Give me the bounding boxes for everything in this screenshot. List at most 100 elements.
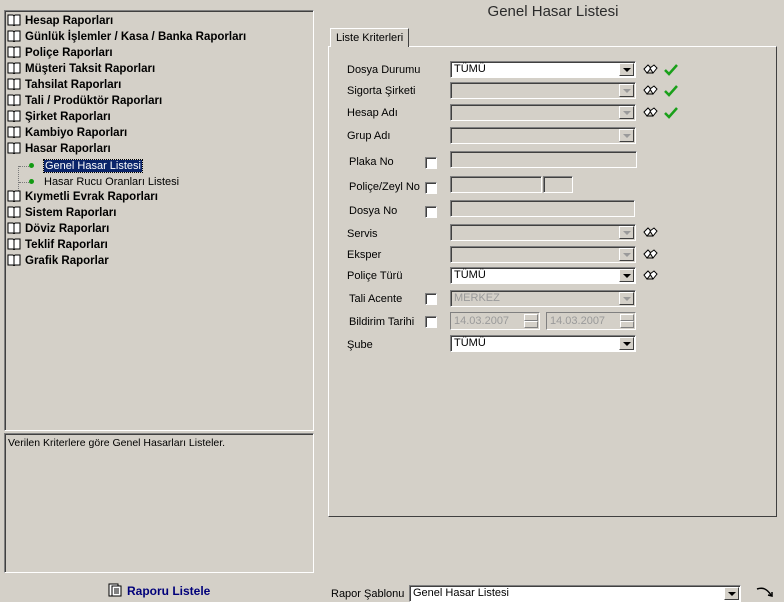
chevron-down-icon[interactable] [619,226,634,239]
list-report-label: Raporu Listele [127,584,211,598]
book-icon [7,94,21,106]
bullet-icon [29,163,34,168]
sigorta-sirketi-label: Sigorta Şirketi [347,85,416,97]
description-text: Verilen Kriterlere göre Genel Hasarları … [8,437,226,449]
tree-item-police[interactable]: Poliçe Raporları [7,45,113,61]
tree-item-label: Döviz Raporları [25,223,110,235]
tree-item-sistem[interactable]: Sistem Raporları [7,205,116,221]
police-turu-value: TÜMÜ [454,269,486,281]
servis-label: Servis [347,228,378,240]
chevron-down-icon[interactable] [619,63,634,76]
book-icon [7,110,21,122]
sube-label: Şube [347,339,373,351]
tree-item-doviz[interactable]: Döviz Raporları [7,221,109,237]
tree-item-label: Teklif Raporları [25,239,108,251]
servis-select[interactable] [450,224,636,241]
tree-item-kambiyo[interactable]: Kambiyo Raporları [7,125,127,141]
chevron-down-icon[interactable] [619,129,634,142]
book-icon [7,30,21,42]
tali-acente-checkbox[interactable] [425,293,437,305]
chevron-down-icon[interactable] [619,337,634,350]
tree-item-label: Sistem Raporları [25,207,117,219]
tree-child-genel-hasar[interactable]: Genel Hasar Listesi [29,158,143,174]
bildirim-tarihi-label: Bildirim Tarihi [349,316,415,328]
tree-item-label: Hesap Raporları [25,15,114,27]
police-turu-label: Poliçe Türü [347,270,403,282]
chevron-down-icon[interactable] [619,106,634,119]
grup-adi-label: Grup Adı [347,130,391,142]
tree-item-label: Poliçe Raporları [25,47,113,59]
chevron-down-icon[interactable] [619,269,634,282]
bullet-icon [29,179,34,184]
book-icon [7,46,21,58]
police-no-input[interactable] [450,176,542,193]
plaka-no-input[interactable] [450,151,637,168]
plaka-no-checkbox[interactable] [425,157,437,169]
police-turu-select[interactable]: TÜMÜ [450,267,636,284]
tree-item-teklif[interactable]: Teklif Raporları [7,237,108,253]
tree-child-label: Genel Hasar Listesi [43,159,143,173]
tree-item-gunluk[interactable]: Günlük İşlemler / Kasa / Banka Raporları [7,29,246,45]
list-report-button[interactable]: Raporu Listele [107,583,210,599]
tree-item-sirket[interactable]: Şirket Raporları [7,109,111,125]
tree-child-hasar-rucu[interactable]: Hasar Rucu Oranları Listesi [29,174,179,190]
eksper-select[interactable] [450,246,636,263]
hesap-adi-select[interactable] [450,104,636,121]
criteria-panel: Dosya Durumu TÜMÜ Sigorta Şirketi Hesap … [328,46,777,517]
bildirim-tarihi-start[interactable]: 14.03.2007 [450,312,540,330]
dosya-no-checkbox[interactable] [425,206,437,218]
sigorta-sirketi-select[interactable] [450,82,636,99]
tree-item-hasar[interactable]: Hasar Raporları [7,141,111,157]
tree-item-tali[interactable]: Tali / Prodüktör Raporları [7,93,162,109]
report-tree: Hesap Raporları Günlük İşlemler / Kasa /… [4,10,314,431]
chevron-down-icon[interactable] [619,248,634,261]
tree-item-label: Şirket Raporları [25,111,111,123]
chevron-down-icon[interactable] [619,84,634,97]
glasses-icon[interactable] [642,226,658,240]
police-zeyl-no-checkbox[interactable] [425,182,437,194]
tree-item-musteri-taksit[interactable]: Müşteri Taksit Raporları [7,61,155,77]
description-panel: Verilen Kriterlere göre Genel Hasarları … [4,433,314,573]
book-icon [7,78,21,90]
tree-item-kiymetli-evrak[interactable]: Kıymetli Evrak Raporları [7,189,158,205]
checkmark-icon[interactable] [663,84,679,98]
dosya-durumu-value: TÜMÜ [454,63,486,75]
tree-child-label: Hasar Rucu Oranları Listesi [44,176,180,188]
plaka-no-label: Plaka No [349,156,394,168]
glasses-icon[interactable] [642,269,658,283]
grup-adi-select[interactable] [450,127,636,144]
checkmark-icon[interactable] [663,106,679,120]
dosya-no-input[interactable] [450,200,635,217]
bildirim-tarihi-end[interactable]: 14.03.2007 [546,312,636,330]
glasses-icon[interactable] [642,63,658,77]
tab-liste-kriterleri[interactable]: Liste Kriterleri [330,28,410,47]
book-icon [7,206,21,218]
book-icon [7,190,21,202]
tree-item-tahsilat[interactable]: Tahsilat Raporları [7,77,121,93]
book-icon [7,254,21,266]
checkmark-icon[interactable] [663,63,679,77]
book-icon [7,14,21,26]
book-icon [7,222,21,234]
book-icon [7,126,21,138]
tree-item-grafik[interactable]: Grafik Raporlar [7,253,109,269]
chevron-down-icon[interactable] [724,587,739,600]
template-value: Genel Hasar Listesi [413,587,509,599]
tree-item-label: Tahsilat Raporları [25,79,122,91]
bildirim-tarihi-checkbox[interactable] [425,316,437,328]
date-spinner[interactable] [620,314,634,328]
zeyl-no-input[interactable] [543,176,573,193]
template-select[interactable]: Genel Hasar Listesi [409,585,741,602]
sube-select[interactable]: TÜMÜ [450,335,636,352]
glasses-icon[interactable] [642,248,658,262]
police-zeyl-no-label: Poliçe/Zeyl No [349,181,420,193]
tree-item-label: Hasar Raporları [25,143,111,155]
tree-item-hesap[interactable]: Hesap Raporları [7,13,113,29]
exit-arrow-icon[interactable] [755,585,777,599]
glasses-icon[interactable] [642,106,658,120]
chevron-down-icon[interactable] [619,292,634,305]
tali-acente-select[interactable]: MERKEZ [450,290,636,307]
dosya-durumu-select[interactable]: TÜMÜ [450,61,636,78]
date-spinner[interactable] [524,314,538,328]
glasses-icon[interactable] [642,84,658,98]
